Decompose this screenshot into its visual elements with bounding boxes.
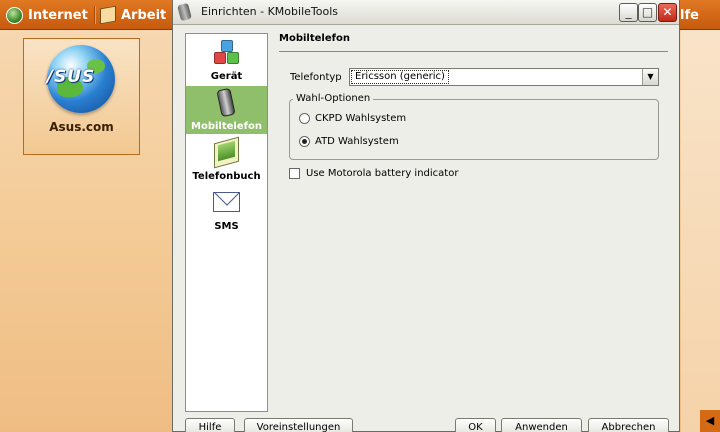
dial-options-title: Wahl-Optionen	[293, 93, 374, 104]
asus-logo: /SUS	[46, 67, 96, 87]
taskbar-hilfe-label: lfe	[680, 7, 699, 23]
dialog-title: Einrichten - KMobileTools	[201, 5, 338, 18]
defaults-button[interactable]: Voreinstellungen	[244, 418, 353, 432]
radio-ckpd[interactable]	[299, 113, 310, 124]
motorola-battery-label[interactable]: Use Motorola battery indicator	[306, 168, 458, 179]
radio-atd-label[interactable]: ATD Wahlsystem	[315, 136, 399, 147]
taskbar-hilfe-menu[interactable]: lfe	[680, 0, 699, 30]
envelope-icon	[213, 192, 240, 212]
phone-type-select[interactable]: Ericsson (generic) ▼	[349, 68, 659, 86]
dialog-titlebar[interactable]: Einrichten - KMobileTools _ □ ✕	[173, 0, 679, 25]
mobile-phone-icon	[177, 2, 192, 22]
sidebar-item-label: Gerät	[210, 71, 243, 82]
taskbar-internet-menu[interactable]: Internet	[6, 0, 88, 30]
motorola-battery-checkbox[interactable]	[289, 168, 300, 179]
desktop-icon-label: Asus.com	[49, 120, 114, 134]
radio-atd[interactable]	[299, 136, 310, 147]
desktop-icon-asus[interactable]: /SUS Asus.com	[23, 38, 140, 155]
sidebar-item-mobiltelefon[interactable]: Mobiltelefon	[186, 86, 267, 134]
phone-type-label: Telefontyp	[290, 72, 342, 83]
apply-button[interactable]: Anwenden	[501, 418, 582, 432]
desktop-right-area	[681, 30, 720, 432]
panel-title: Mobiltelefon	[279, 33, 350, 44]
settings-dialog: Einrichten - KMobileTools _ □ ✕ Gerät Mo…	[172, 0, 680, 432]
taskbar-arbeit-menu[interactable]: Arbeit	[100, 0, 166, 30]
taskbar-internet-label: Internet	[28, 7, 88, 23]
sidebar-item-sms[interactable]: SMS	[186, 186, 267, 234]
cancel-button[interactable]: Abbrechen	[588, 418, 669, 432]
maximize-button[interactable]: □	[638, 3, 657, 22]
taskbar-separator	[94, 6, 96, 24]
phonebook-icon	[214, 136, 239, 169]
dial-options-group	[289, 99, 659, 160]
chevron-down-icon[interactable]: ▼	[642, 69, 658, 85]
help-button[interactable]: Hilfe	[185, 418, 235, 432]
ok-button[interactable]: OK	[455, 418, 496, 432]
sidebar-item-label: SMS	[214, 221, 239, 232]
radio-ckpd-label[interactable]: CKPD Wahlsystem	[315, 113, 406, 124]
panel-divider	[279, 51, 668, 52]
mobile-phone-icon	[216, 87, 236, 118]
sidebar-item-telefonbuch[interactable]: Telefonbuch	[186, 136, 267, 184]
briefcase-icon	[100, 5, 116, 25]
close-button[interactable]: ✕	[658, 3, 677, 22]
phone-type-value: Ericsson (generic)	[351, 70, 449, 84]
panel-scroll-left-icon[interactable]: ◀	[700, 410, 720, 432]
sidebar-item-geraet[interactable]: Gerät	[186, 36, 267, 84]
settings-sidebar: Gerät Mobiltelefon Telefonbuch SMS	[185, 33, 268, 412]
taskbar-arbeit-label: Arbeit	[121, 7, 167, 23]
devices-cubes-icon	[214, 40, 240, 66]
globe-icon	[6, 6, 23, 24]
minimize-button[interactable]: _	[619, 3, 638, 22]
sidebar-item-label: Mobiltelefon	[191, 121, 262, 132]
